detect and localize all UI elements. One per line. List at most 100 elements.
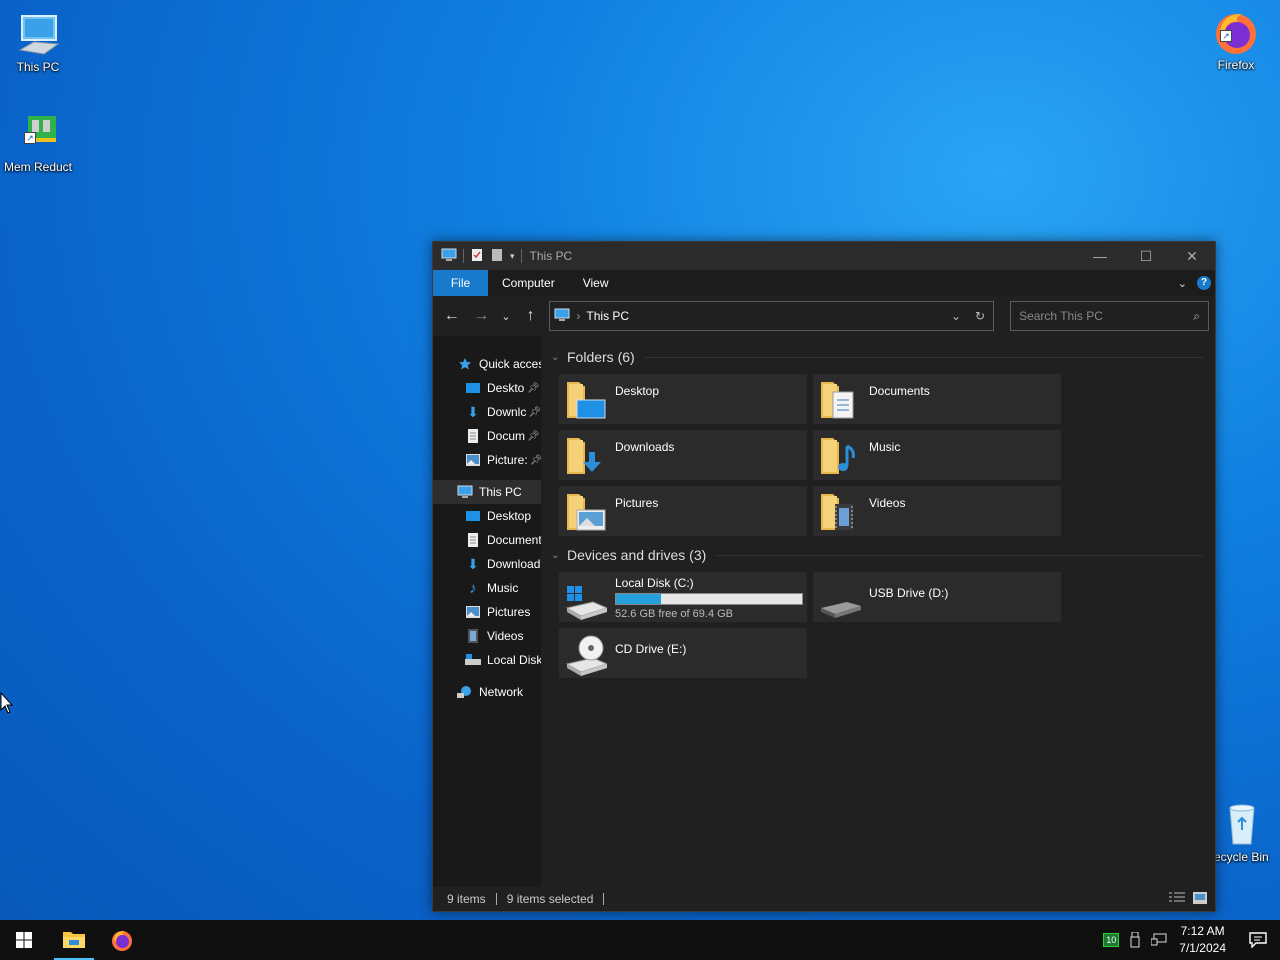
- details-view-icon[interactable]: [1169, 892, 1185, 907]
- refresh-icon[interactable]: ↻: [975, 309, 985, 323]
- action-center-button[interactable]: [1236, 932, 1280, 948]
- computer-icon: [441, 248, 457, 265]
- network-tray-icon[interactable]: [1147, 933, 1171, 947]
- taskbar-file-explorer[interactable]: [50, 920, 98, 960]
- close-button[interactable]: ✕: [1169, 242, 1215, 270]
- collapse-chevron-icon[interactable]: ⌄: [551, 550, 561, 561]
- desktop-icon-firefox[interactable]: ↗ Firefox: [1198, 8, 1274, 72]
- drive-tile-cd-e[interactable]: CD Drive (E:): [559, 628, 807, 678]
- film-icon: [465, 628, 481, 644]
- properties-icon[interactable]: [470, 248, 484, 265]
- selection-count: 9 items selected: [506, 892, 594, 906]
- breadcrumb-this-pc[interactable]: This PC: [586, 309, 629, 323]
- tree-item-pictures-pinned[interactable]: Picture: 📌︎: [433, 448, 541, 472]
- file-explorer-window[interactable]: ▾ This PC — ☐ ✕ File Computer View ⌄ ? ←…: [432, 241, 1216, 912]
- title-bar[interactable]: ▾ This PC — ☐ ✕: [433, 242, 1215, 270]
- quick-access-toolbar: ▾: [441, 248, 522, 265]
- forward-button[interactable]: →: [469, 303, 495, 329]
- tree-item-network[interactable]: Network: [433, 680, 541, 704]
- tab-view[interactable]: View: [569, 270, 623, 296]
- tree-item-documents[interactable]: Document: [433, 528, 541, 552]
- collapse-chevron-icon[interactable]: ⌄: [551, 352, 561, 363]
- folder-tile-desktop[interactable]: Desktop: [559, 374, 807, 424]
- search-box[interactable]: Search This PC ⌕: [1010, 301, 1209, 331]
- picture-icon: [465, 604, 481, 620]
- desktop-icon-this-pc[interactable]: This PC: [0, 10, 76, 74]
- music-note-icon: ♪: [469, 579, 477, 597]
- folder-tile-pictures[interactable]: Pictures: [559, 486, 807, 536]
- tree-item-label: Download: [487, 557, 541, 571]
- drive-tile-local-disk-c[interactable]: Local Disk (C:) 52.6 GB free of 69.4 GB: [559, 572, 807, 622]
- mem-reduct-tray-icon[interactable]: 10: [1099, 933, 1123, 947]
- breadcrumb-separator-icon: ›: [576, 309, 581, 323]
- back-button[interactable]: ←: [439, 303, 465, 329]
- picture-icon: [465, 452, 481, 468]
- customize-toolbar-icon[interactable]: ▾: [510, 251, 515, 262]
- help-icon[interactable]: ?: [1197, 276, 1211, 290]
- tree-item-quick-access[interactable]: Quick acces: [433, 352, 541, 376]
- new-folder-icon[interactable]: [490, 248, 504, 265]
- drive-tile-usb-d[interactable]: USB Drive (D:): [813, 572, 1061, 622]
- expand-ribbon-icon[interactable]: ⌄: [1178, 277, 1187, 290]
- address-bar[interactable]: › This PC ⌄ ↻: [549, 301, 995, 331]
- tree-item-videos[interactable]: Videos: [433, 624, 541, 648]
- group-header-drives[interactable]: ⌄ Devices and drives (3): [551, 542, 1207, 568]
- tree-item-music[interactable]: ♪ Music: [433, 576, 541, 600]
- address-history-dropdown-icon[interactable]: ⌄: [951, 309, 961, 323]
- tree-item-label: Music: [487, 581, 519, 595]
- window-title: This PC: [529, 249, 573, 263]
- start-button[interactable]: [0, 920, 48, 960]
- tree-item-documents-pinned[interactable]: Docum 📌︎: [433, 424, 541, 448]
- file-explorer-icon: [63, 932, 85, 948]
- downloads-folder-icon: [565, 434, 607, 476]
- search-input[interactable]: Search This PC: [1019, 309, 1103, 323]
- taskbar-firefox[interactable]: [98, 920, 146, 960]
- desktop-icon-label: Firefox: [1217, 58, 1255, 72]
- tab-file[interactable]: File: [433, 270, 488, 296]
- minimize-button[interactable]: —: [1077, 242, 1123, 270]
- tree-item-desktop[interactable]: Desktop: [433, 504, 541, 528]
- window-controls: — ☐ ✕: [1077, 242, 1215, 270]
- tree-item-local-disk[interactable]: Local Disk: [433, 648, 541, 672]
- tree-item-label: Downlc: [487, 405, 527, 419]
- notification-icon: [1249, 932, 1267, 948]
- item-count: 9 items: [447, 892, 486, 906]
- clock-date: 7/1/2024: [1179, 941, 1226, 955]
- firefox-icon: [112, 931, 132, 951]
- videos-folder-icon: [819, 490, 861, 532]
- clock[interactable]: 7:12 AM 7/1/2024: [1171, 923, 1236, 957]
- tree-item-downloads-pinned[interactable]: ⬇ Downlc 📌︎: [433, 400, 541, 424]
- folder-tile-documents[interactable]: Documents: [813, 374, 1061, 424]
- document-icon: [465, 532, 481, 548]
- recent-locations-button[interactable]: ⌄: [498, 303, 514, 329]
- navigation-pane[interactable]: Quick acces Desktop📌︎ ⬇ Downlc📌︎ Docum📌︎…: [433, 336, 541, 887]
- large-icons-view-icon[interactable]: [1193, 891, 1207, 907]
- documents-folder-icon: [819, 378, 861, 420]
- tree-item-label: Pictures: [487, 605, 531, 619]
- firefox-icon: ↗: [1212, 8, 1260, 56]
- group-title: Folders (6): [567, 349, 635, 365]
- pin-icon: 📌︎: [527, 430, 540, 442]
- desktop-icon-label: ecycle Bin: [1214, 850, 1269, 864]
- tile-label: Local Disk (C:): [615, 576, 694, 590]
- maximize-button[interactable]: ☐: [1123, 242, 1169, 270]
- tile-label: Videos: [869, 496, 906, 510]
- download-arrow-icon: ⬇: [467, 403, 479, 420]
- folder-tile-music[interactable]: Music: [813, 430, 1061, 480]
- tree-item-desktop-pinned[interactable]: Desktop📌︎: [433, 376, 541, 400]
- desktop-icon-mem-reduct[interactable]: ↗ Mem Reduct: [0, 110, 76, 174]
- desktop-icon: [465, 508, 481, 524]
- tree-item-downloads[interactable]: ⬇ Download: [433, 552, 541, 576]
- tab-computer[interactable]: Computer: [488, 270, 569, 296]
- toolbar-divider: [520, 249, 522, 263]
- tree-item-this-pc[interactable]: This PC: [433, 480, 541, 504]
- drive-free-space: 52.6 GB free of 69.4 GB: [615, 608, 734, 620]
- usb-eject-icon[interactable]: [1123, 932, 1147, 948]
- content-pane[interactable]: ⌄ Folders (6) Desktop Documents Download…: [541, 336, 1215, 887]
- up-button[interactable]: ↑: [518, 303, 544, 329]
- folder-tile-videos[interactable]: Videos: [813, 486, 1061, 536]
- mouse-cursor-icon: [0, 691, 14, 717]
- folder-tile-downloads[interactable]: Downloads: [559, 430, 807, 480]
- group-header-folders[interactable]: ⌄ Folders (6): [551, 344, 1207, 370]
- tree-item-pictures[interactable]: Pictures: [433, 600, 541, 624]
